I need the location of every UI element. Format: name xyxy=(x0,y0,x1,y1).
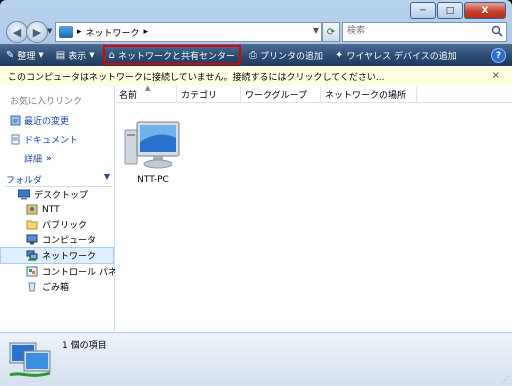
control-panel-icon xyxy=(26,266,38,277)
views-icon: ▤ xyxy=(55,49,66,61)
add-wireless-label: ワイヤレス デバイスの追加 xyxy=(346,51,457,62)
tree-item-computer[interactable]: コンピュータ xyxy=(0,232,114,247)
caption-buttons: ─ □ X xyxy=(409,2,506,19)
network-icon xyxy=(26,250,38,261)
back-button[interactable]: ◀ xyxy=(6,21,28,43)
computer-icon xyxy=(124,121,180,169)
list-item[interactable]: NTT-PC xyxy=(121,116,185,185)
network-sharing-center-button[interactable]: ⌂ ネットワークと共有センター xyxy=(102,45,242,65)
add-printer-label: プリンタの追加 xyxy=(260,51,324,62)
tree-label: ごみ箱 xyxy=(42,283,70,293)
chevron-down-icon: ▼ xyxy=(89,51,95,59)
tree-item-desktop[interactable]: デスクトップ xyxy=(0,187,114,202)
column-category[interactable]: カテゴリ xyxy=(177,86,241,102)
network-sharing-center-label: ネットワークと共有センター xyxy=(118,51,236,62)
documents-icon xyxy=(11,134,20,145)
tree-item-control-panel[interactable]: コントロール パネル xyxy=(0,264,126,279)
organize-label: 整理 xyxy=(17,51,36,62)
column-name[interactable]: 名前 ▲ xyxy=(115,84,177,102)
address-dropdown-icon[interactable]: ▼ xyxy=(313,26,319,35)
tree-label: コンピュータ xyxy=(42,236,97,246)
sort-up-icon: ▲ xyxy=(145,84,151,92)
views-label: 表示 xyxy=(68,51,87,62)
chevron-down-icon: ▼ xyxy=(103,172,110,181)
item-label: NTT-PC xyxy=(137,175,169,185)
column-label: ワークグループ xyxy=(245,90,308,101)
forward-button[interactable]: ▶ xyxy=(26,21,48,43)
infobar-close-icon[interactable]: × xyxy=(492,70,500,81)
column-label: ネットワークの場所 xyxy=(325,90,407,101)
tree-item-network[interactable]: ネットワーク xyxy=(0,247,114,264)
item-count: 1 個の項目 xyxy=(62,341,107,351)
tree-label: パブリック xyxy=(42,221,88,231)
column-network-location[interactable]: ネットワークの場所 xyxy=(321,86,417,102)
network-icon xyxy=(59,26,73,38)
link-label: ドキュメント xyxy=(24,136,79,146)
tree-label: デスクトップ xyxy=(34,191,89,201)
link-more-label: 詳細 xyxy=(24,155,43,165)
organize-button[interactable]: ✎ 整理 ▼ xyxy=(0,44,50,66)
search-icon[interactable] xyxy=(491,25,503,37)
search-input[interactable] xyxy=(343,23,491,39)
address-bar[interactable]: ▸ ネットワーク ▸ ▼ xyxy=(55,22,322,42)
folder-icon xyxy=(26,220,38,230)
computer-icon xyxy=(26,234,38,245)
navigation-row: ◀ ▶ ▼ ▸ ネットワーク ▸ ▼ ⟳ xyxy=(0,18,512,44)
tree-item-recycle-bin[interactable]: ごみ箱 xyxy=(0,279,114,294)
network-center-icon: ⌂ xyxy=(108,49,116,61)
explorer-window: ─ □ X ◀ ▶ ▼ ▸ ネットワーク ▸ ▼ ⟳ ✎ 整理 ▼ xyxy=(0,0,512,386)
link-more[interactable]: 詳細 » xyxy=(0,149,114,168)
organize-icon: ✎ xyxy=(6,49,15,61)
tree-item-ntt[interactable]: NTT xyxy=(0,202,114,217)
views-button[interactable]: ▤ 表示 ▼ xyxy=(50,44,101,66)
resize-grip-icon[interactable]: ⋰ xyxy=(501,375,509,384)
maximize-button[interactable]: □ xyxy=(437,2,463,19)
desktop-icon xyxy=(18,189,30,200)
help-button[interactable]: ? xyxy=(491,48,506,63)
breadcrumb-network[interactable]: ネットワーク xyxy=(86,26,140,39)
add-printer-button[interactable]: ⎙ プリンタの追加 xyxy=(243,44,329,66)
information-bar[interactable]: このコンピュータはネットワークに接続していません。接続するにはクリックしてくださ… xyxy=(0,66,512,87)
add-wireless-device-button[interactable]: ✦ ワイヤレス デバイスの追加 xyxy=(329,44,463,66)
column-label: 名前 xyxy=(119,90,138,101)
double-chevron-icon: » xyxy=(46,153,52,164)
link-documents[interactable]: ドキュメント xyxy=(0,130,114,149)
close-button[interactable]: X xyxy=(464,2,506,19)
recent-changes-icon xyxy=(10,115,21,126)
network-icon xyxy=(9,342,51,377)
folders-label: フォルダ xyxy=(6,175,43,186)
minimize-button[interactable]: ─ xyxy=(410,2,436,19)
folders-header[interactable]: フォルダ ▼ xyxy=(6,172,112,187)
printer-icon: ⎙ xyxy=(249,49,258,61)
column-headers: 名前 ▲ カテゴリ ワークグループ ネットワークの場所 xyxy=(115,84,512,103)
column-label: カテゴリ xyxy=(181,90,218,101)
link-recent-changes[interactable]: 最近の変更 xyxy=(0,111,114,130)
recent-pages-dropdown-icon[interactable]: ▼ xyxy=(47,27,52,35)
recycle-bin-icon xyxy=(28,282,36,292)
search-box[interactable] xyxy=(342,22,507,42)
breadcrumb-sep[interactable]: ▸ xyxy=(144,27,149,37)
details-pane: 1 個の項目 ⋰ xyxy=(0,332,512,386)
navigation-pane: お気に入りリンク 最近の変更 ドキュメント 詳細 » フォルダ ▼ デスクトップ… xyxy=(0,86,126,332)
command-bar: ✎ 整理 ▼ ▤ 表示 ▼ ⌂ ネットワークと共有センター ⎙ プリンタの追加 … xyxy=(0,44,512,66)
link-label: 最近の変更 xyxy=(24,117,70,127)
favorite-links-header: お気に入りリンク xyxy=(10,97,83,107)
tree-label: コントロール パネル xyxy=(42,268,126,278)
chevron-down-icon: ▼ xyxy=(38,51,44,59)
refresh-button[interactable]: ⟳ xyxy=(322,22,340,42)
tree-label: ネットワーク xyxy=(42,252,97,262)
breadcrumb-sep: ▸ xyxy=(77,27,82,37)
infobar-text: このコンピュータはネットワークに接続していません。接続するにはクリックしてくださ… xyxy=(8,72,385,83)
folder-tree: デスクトップ NTT パブリック コンピュータ ネットワーク コントロール パネ… xyxy=(0,187,126,294)
column-workgroup[interactable]: ワークグループ xyxy=(241,86,321,102)
tree-label: NTT xyxy=(42,204,60,215)
tree-item-public[interactable]: パブリック xyxy=(0,217,114,232)
user-folder-icon xyxy=(26,204,38,215)
file-list: 名前 ▲ カテゴリ ワークグループ ネットワークの場所 NTT-PC xyxy=(115,84,512,332)
wireless-icon: ✦ xyxy=(335,49,344,61)
